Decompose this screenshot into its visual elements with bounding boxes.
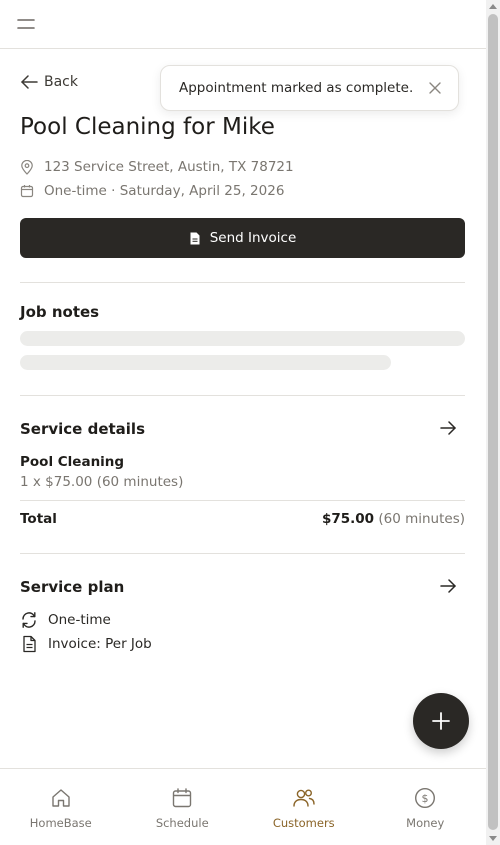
total-duration: (60 minutes) xyxy=(378,511,465,527)
scrollbar[interactable] xyxy=(486,0,500,845)
frequency-text: One-time xyxy=(48,612,111,628)
back-label: Back xyxy=(44,74,78,90)
total-value: $75.00 (60 minutes) xyxy=(322,511,465,527)
nav-item-schedule[interactable]: Schedule xyxy=(122,769,244,845)
arrow-left-icon xyxy=(21,75,38,89)
calendar-icon xyxy=(173,788,192,808)
plan-frequency: One-time xyxy=(20,611,111,629)
service-plan-title: Service plan xyxy=(20,578,125,596)
total-amount: $75.00 xyxy=(321,511,375,527)
divider xyxy=(20,500,465,501)
nav-item-homebase[interactable]: HomeBase xyxy=(0,769,122,845)
service-plan-arrow-button[interactable] xyxy=(437,575,459,597)
hamburger-icon[interactable] xyxy=(16,14,36,34)
add-fab-button[interactable] xyxy=(413,693,469,749)
close-icon[interactable] xyxy=(428,81,442,95)
send-invoice-button[interactable]: Send Invoice xyxy=(20,218,465,258)
home-icon xyxy=(52,789,70,807)
line-item-name: Pool Cleaning xyxy=(20,454,125,470)
bottom-nav: HomeBase Schedule Customers $ Money xyxy=(0,768,486,845)
notes-skeleton-line xyxy=(20,331,465,346)
toast-notification: Appointment marked as complete. xyxy=(160,65,459,111)
plus-icon xyxy=(432,712,450,730)
scroll-down-icon[interactable] xyxy=(489,836,497,841)
nav-label: Customers xyxy=(272,816,335,830)
line-item-detail: 1 x $75.00 (60 minutes) xyxy=(20,474,184,490)
job-address: 123 Service Street, Austin, TX 78721 xyxy=(20,159,294,175)
invoice-text: Invoice: Per Job xyxy=(48,636,152,652)
nav-label: HomeBase xyxy=(29,816,92,830)
nav-item-money[interactable]: $ Money xyxy=(365,769,487,845)
scroll-up-icon[interactable] xyxy=(489,4,497,9)
arrow-right-icon xyxy=(440,421,456,435)
svg-text:$: $ xyxy=(422,792,429,805)
notes-skeleton-line xyxy=(20,355,391,370)
dollar-circle-icon: $ xyxy=(415,787,436,809)
send-invoice-label: Send Invoice xyxy=(209,230,297,246)
scrollbar-thumb[interactable] xyxy=(488,14,498,830)
job-schedule: One-time · Saturday, April 25, 2026 xyxy=(20,183,284,199)
address-text: 123 Service Street, Austin, TX 78721 xyxy=(44,159,294,175)
file-text-icon xyxy=(23,635,36,653)
users-icon xyxy=(293,789,315,807)
arrow-right-icon xyxy=(440,579,456,593)
service-details-title: Service details xyxy=(20,420,145,438)
document-icon xyxy=(190,232,200,244)
page-title: Pool Cleaning for Mike xyxy=(20,114,275,140)
schedule-text: One-time · Saturday, April 25, 2026 xyxy=(44,183,285,199)
back-link[interactable]: Back xyxy=(20,74,78,90)
plan-invoice: Invoice: Per Job xyxy=(20,635,152,653)
nav-label: Schedule xyxy=(155,816,209,830)
refresh-icon xyxy=(22,612,36,628)
divider xyxy=(20,395,465,396)
top-bar xyxy=(0,0,486,49)
nav-item-customers[interactable]: Customers xyxy=(243,769,365,845)
map-pin-icon xyxy=(21,159,33,175)
divider xyxy=(20,282,465,283)
toast-message: Appointment marked as complete. xyxy=(179,80,414,96)
nav-label: Money xyxy=(406,816,445,830)
total-label: Total xyxy=(20,511,57,527)
service-details-arrow-button[interactable] xyxy=(437,417,459,439)
calendar-icon xyxy=(20,185,34,198)
job-notes-title: Job notes xyxy=(20,303,100,321)
divider xyxy=(20,553,465,554)
app-root: Back Pool Cleaning for Mike 123 Service … xyxy=(0,0,500,845)
